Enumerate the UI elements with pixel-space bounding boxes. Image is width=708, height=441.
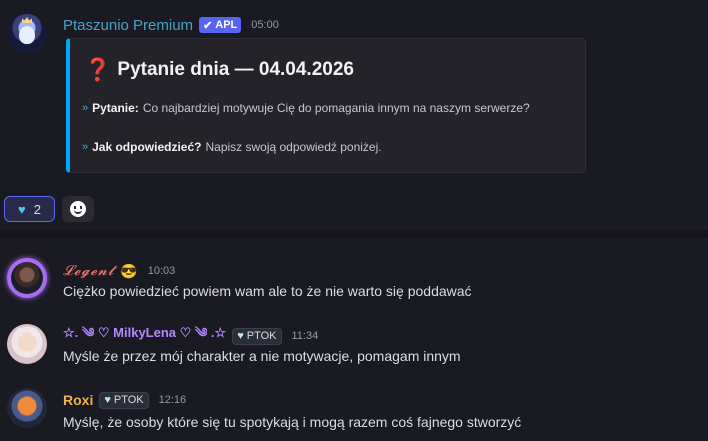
chat-window: Ptaszunio Premium ✔ APL 05:00 ❓ Pytanie …: [0, 0, 708, 441]
embed-field-question: » Pytanie: Co najbardziej motywuje Cię d…: [82, 101, 530, 115]
avatar-image: [11, 262, 43, 294]
embed-title: ❓ Pytanie dnia — 04.04.2026: [84, 57, 354, 83]
message-text: Ciężko powiedzieć powiem wam ale to że n…: [63, 283, 472, 299]
question-mark-icon: ❓: [84, 57, 112, 82]
double-arrow-icon: »: [82, 102, 88, 114]
message-text: Myśle że przez mój charakter a nie motyw…: [63, 348, 461, 364]
bot-message-time: 05:00: [251, 19, 279, 31]
bird-icon: [19, 26, 35, 44]
cat-ear-icon: [14, 327, 23, 336]
avatar[interactable]: [7, 388, 47, 428]
username[interactable]: 𝓛𝓮𝓰𝓮𝓷𝓽: [63, 263, 114, 279]
bot-message-header: Ptaszunio Premium ✔ APL 05:00: [63, 15, 279, 35]
role-badge[interactable]: ♥ PTOK: [99, 391, 149, 409]
bot-username[interactable]: Ptaszunio Premium: [63, 17, 193, 34]
reaction-count: 2: [33, 201, 41, 217]
role-label: PTOK: [113, 394, 144, 406]
app-badge: ✔ APL: [199, 17, 242, 33]
add-reaction-button[interactable]: [62, 196, 94, 222]
message-time: 11:34: [291, 330, 319, 342]
sunglasses-emoji-icon: 😎: [120, 262, 138, 279]
message-divider: [0, 231, 708, 239]
bot-avatar[interactable]: [7, 14, 47, 54]
embed-title-text: Pytanie dnia — 04.04.2026: [117, 59, 354, 80]
cat-ear-icon: [31, 327, 40, 336]
smile-icon: [70, 201, 86, 217]
field-label: Jak odpowiedzieć?: [92, 140, 202, 154]
crown-icon: [22, 17, 32, 23]
message-header: 𝓛𝓮𝓰𝓮𝓷𝓽 😎 10:03: [63, 262, 175, 280]
message-time: 12:16: [158, 394, 187, 406]
heart-icon: ♥: [18, 201, 26, 217]
field-text: Napisz swoją odpowiedź poniżej.: [205, 140, 382, 154]
double-arrow-icon: »: [82, 141, 88, 153]
message-text: Myślę, że osoby które się tu spotykają i…: [63, 414, 522, 430]
username[interactable]: Roxi: [63, 392, 93, 408]
heart-icon: ♥: [104, 394, 111, 406]
message-time: 10:03: [147, 265, 176, 277]
field-text: Co najbardziej motywuje Cię do pomagania…: [142, 101, 530, 115]
role-badge[interactable]: ♥ PTOK: [232, 327, 282, 345]
embed-field-how-to-answer: » Jak odpowiedzieć? Napisz swoją odpowie…: [82, 140, 382, 154]
role-label: PTOK: [246, 330, 277, 342]
message-header: ☆. ༄ ♡ MilkyLena ♡ ༄ .☆ ♥ PTOK 11:34: [63, 325, 319, 345]
heart-reaction-button[interactable]: ♥ 2: [4, 196, 55, 222]
app-badge-label: APL: [215, 19, 238, 31]
avatar[interactable]: [7, 324, 47, 364]
heart-icon: ♥: [237, 330, 244, 342]
message-header: Roxi ♥ PTOK 12:16: [63, 391, 186, 409]
field-label: Pytanie:: [92, 101, 139, 115]
avatar[interactable]: [7, 258, 47, 298]
question-embed: ❓ Pytanie dnia — 04.04.2026 » Pytanie: C…: [66, 38, 586, 173]
checkmark-icon: ✔: [203, 19, 213, 32]
